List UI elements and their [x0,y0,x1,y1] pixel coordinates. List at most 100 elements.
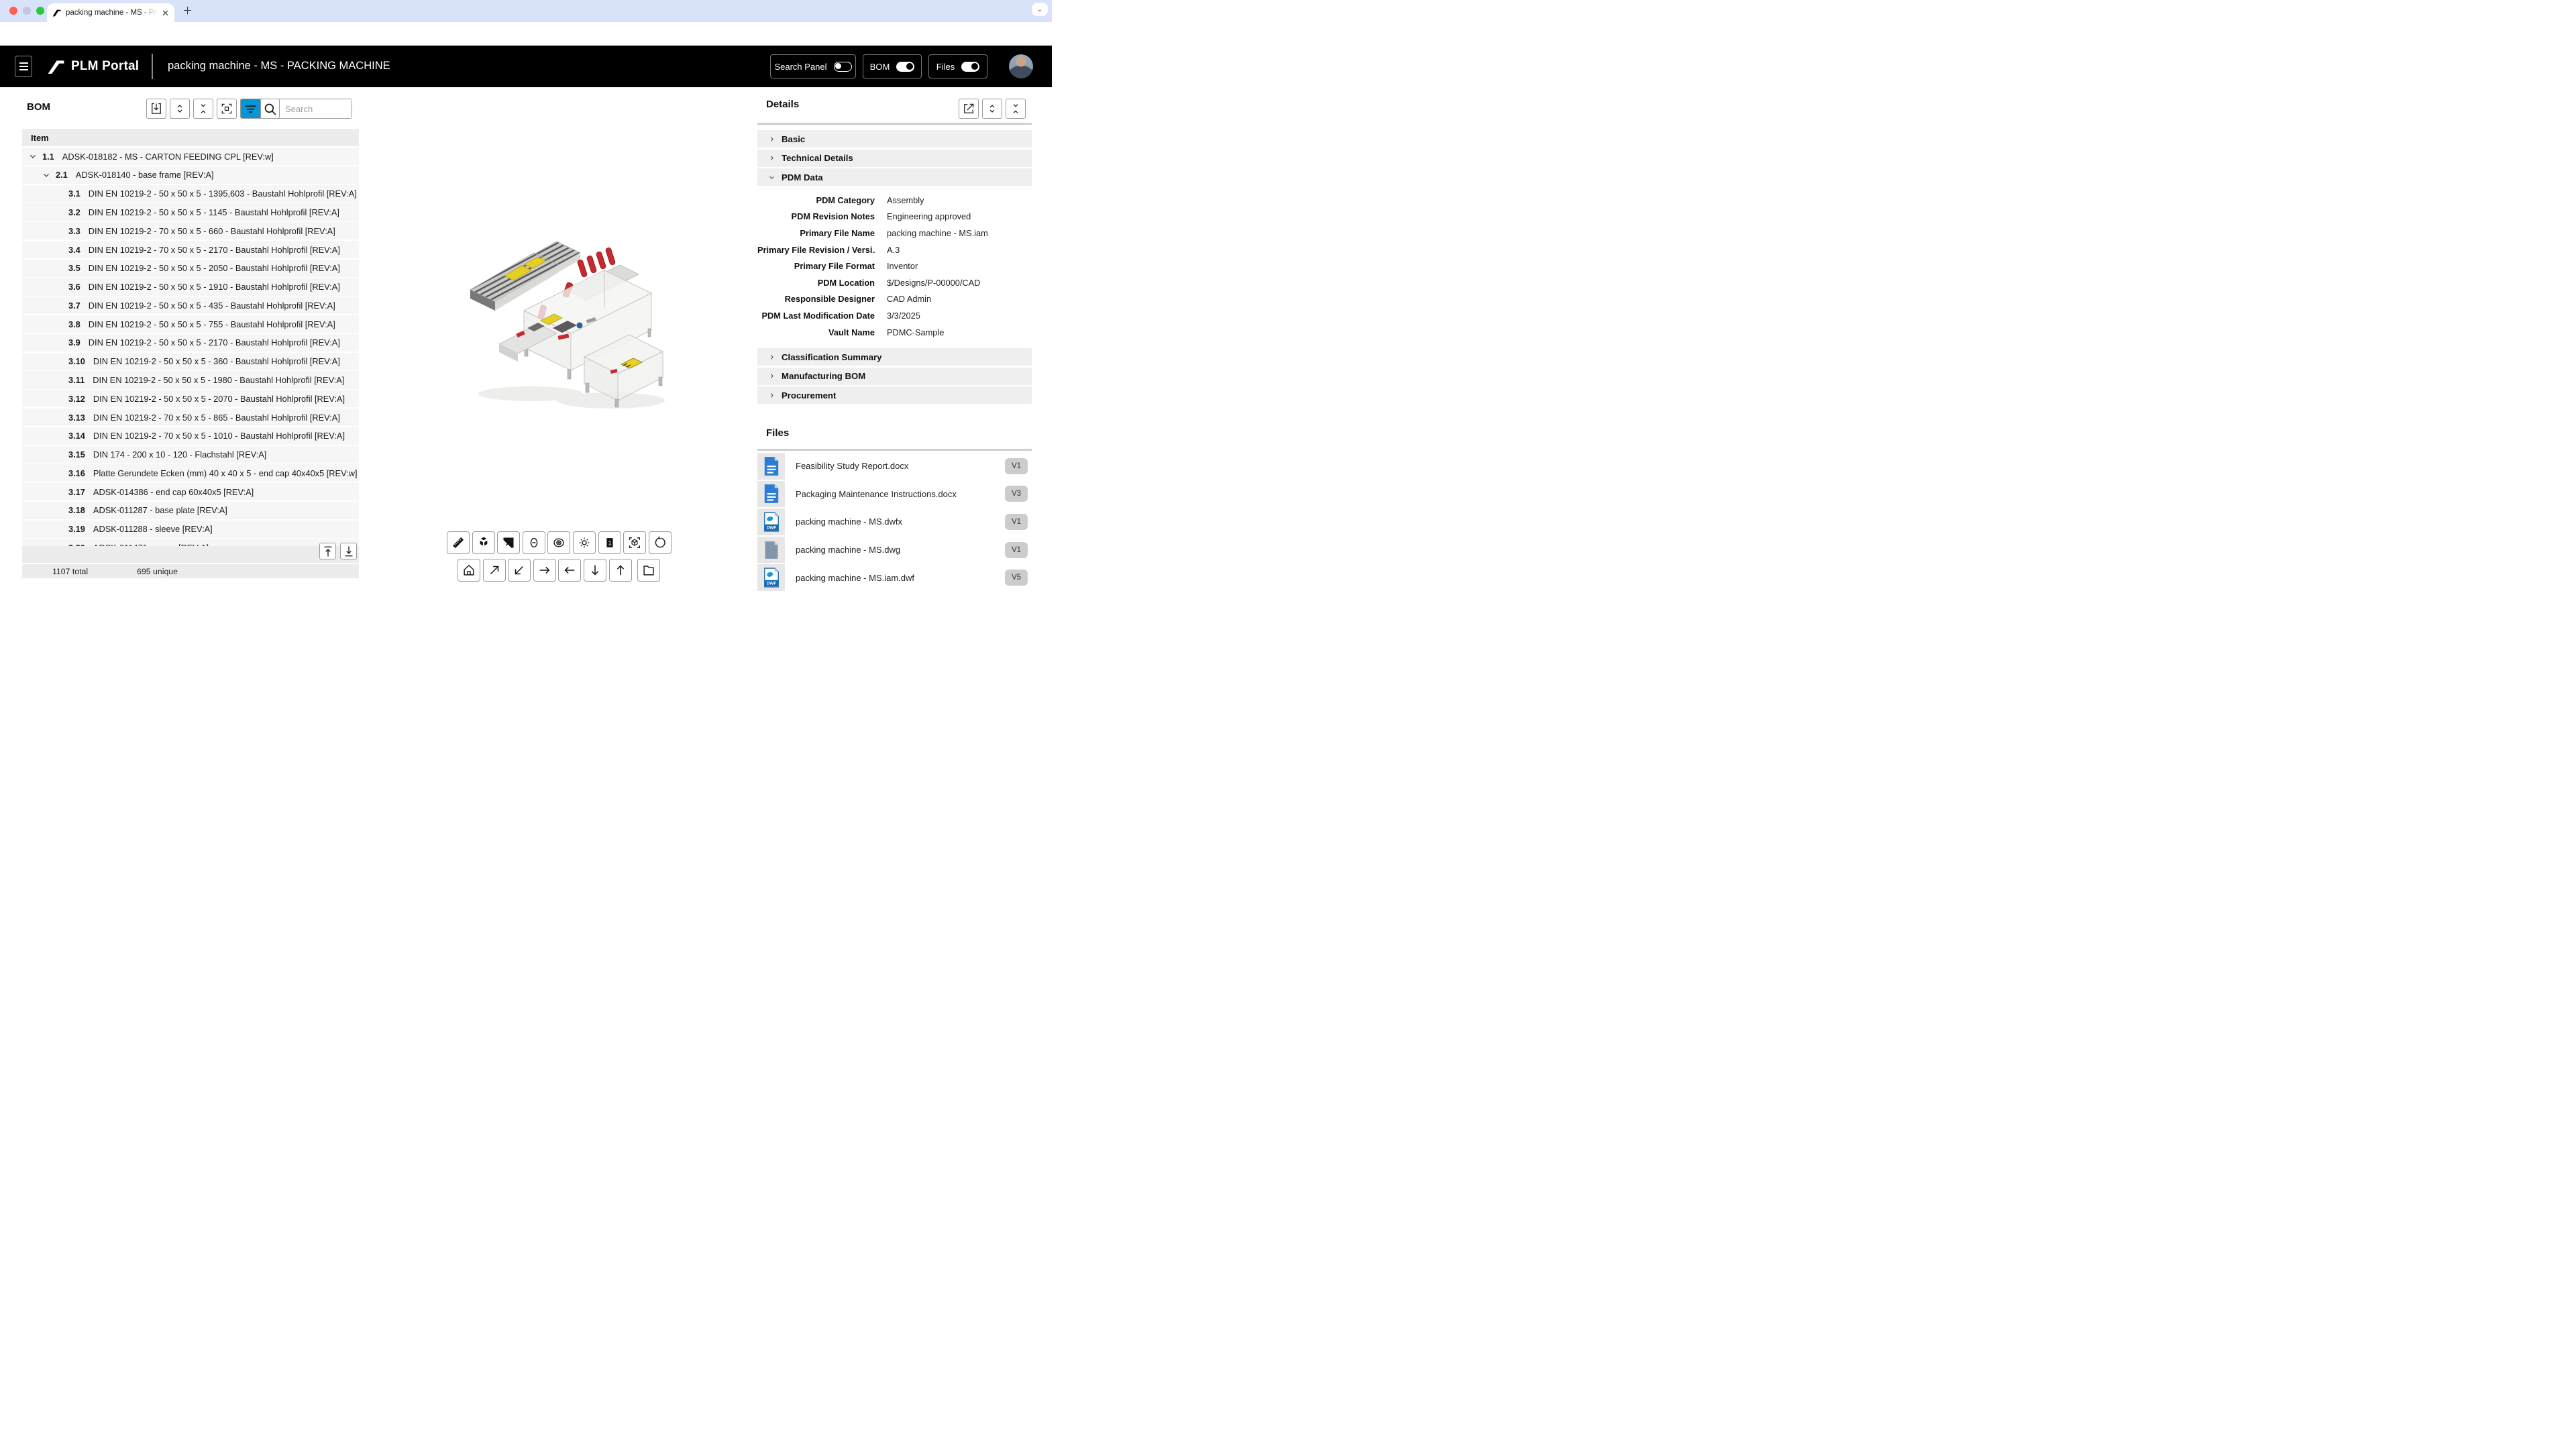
maximize-window-icon[interactable] [36,7,44,15]
explode-button[interactable] [472,531,495,554]
section-pdm-data[interactable]: PDM Data [757,168,1032,186]
chevron-down-icon [767,173,776,182]
fit-view-button[interactable] [623,531,646,554]
details-panel: Details Basic Technical Details PDM Data… [757,87,1052,592]
pdm-field-row: Primary File Revision / Versi…A.3 [757,241,1032,258]
browser-tab[interactable]: packing machine - MS - PACKING MACHINE ✕ [47,3,174,22]
close-window-icon[interactable] [9,7,17,15]
tab-close-icon[interactable]: ✕ [162,9,169,17]
measure-button[interactable] [447,531,470,554]
pdm-field-row: Primary File FormatInventor [757,258,1032,274]
file-row[interactable]: packing machine - MS.dwgV1 [757,537,1034,564]
hide-button[interactable] [523,531,545,554]
pdm-field-row: PDM CategoryAssembly [757,192,1032,209]
bom-row[interactable]: 3.20ADSK-011471 - cover [REV:A] [22,539,359,546]
pdm-field-value: Engineering approved [887,211,971,221]
arrow-sw-button[interactable] [508,559,531,582]
bom-row[interactable]: 3.1DIN EN 10219-2 - 50 x 50 x 5 - 1395,6… [22,185,359,203]
fit-width-button[interactable] [217,99,237,119]
total-count: 1107 total [52,567,88,576]
scroll-to-top-button[interactable] [319,543,336,559]
arrow-down-button[interactable] [584,559,606,582]
bom-row[interactable]: 1.1ADSK-018182 - MS - CARTON FEEDING CPL… [22,148,359,165]
screenshot-button[interactable] [497,531,520,554]
toggle-off-icon[interactable] [834,62,852,72]
file-version-badge: V1 [1005,514,1028,530]
tab-search-button[interactable]: ⌄ [1032,3,1048,16]
collapse-all-button[interactable] [193,99,213,119]
bom-row[interactable]: 3.7DIN EN 10219-2 - 50 x 50 x 5 - 435 - … [22,297,359,314]
file-row[interactable]: Packaging Maintenance Instructions.docxV… [757,481,1034,508]
bom-row[interactable]: 3.3DIN EN 10219-2 - 70 x 50 x 5 - 660 - … [22,222,359,239]
expand-all-button[interactable] [982,99,1002,119]
bom-row[interactable]: 3.14DIN EN 10219-2 - 70 x 50 x 5 - 1010 … [22,427,359,445]
row-number: 3.11 [68,375,85,385]
row-text: DIN EN 10219-2 - 50 x 50 x 5 - 755 - Bau… [89,319,335,329]
eye-button[interactable] [547,531,570,554]
scroll-to-bottom-button[interactable] [340,543,357,559]
chevron-down-icon[interactable] [28,151,38,162]
arrow-ne-button[interactable] [483,559,506,582]
bom-row[interactable]: 3.12DIN EN 10219-2 - 50 x 50 x 5 - 2070 … [22,390,359,407]
rotate-button[interactable] [649,531,672,554]
arrow-right-button[interactable] [533,559,556,582]
home-button[interactable] [458,559,480,582]
folder-button[interactable] [637,559,660,582]
arrow-left-button[interactable] [558,559,581,582]
viewer-3d[interactable]: 1 [360,87,757,592]
bom-row[interactable]: 3.16Platte Gerundete Ecken (mm) 40 x 40 … [22,464,359,482]
row-number: 3.5 [68,263,80,273]
section-procurement[interactable]: Procurement [757,386,1032,404]
pdm-field-value: PDMC-Sample [887,327,944,337]
row-text: DIN EN 10219-2 - 50 x 50 x 5 - 1395,603 … [89,189,357,199]
bom-row[interactable]: 3.15DIN 174 - 200 x 10 - 120 - Flachstah… [22,446,359,464]
collapse-all-button[interactable] [1006,99,1026,119]
svg-text:DWF: DWF [766,526,776,531]
minimize-window-icon[interactable] [23,7,31,15]
chevron-right-icon [767,353,776,362]
search-panel-toggle[interactable]: Search Panel [770,54,856,78]
bom-row[interactable]: 2.1ADSK-018140 - base frame [REV:A] [22,166,359,184]
section-basic[interactable]: Basic [757,130,1032,148]
expand-all-button[interactable] [170,99,190,119]
main-menu-button[interactable] [15,56,32,77]
section-label: Technical Details [782,153,853,163]
new-tab-button[interactable]: ＋ [182,6,193,16]
file-row[interactable]: DWFpacking machine - MS.dwfxV1 [757,508,1034,535]
toggle-on-icon[interactable] [961,62,979,72]
bom-row[interactable]: 3.11DIN EN 10219-2 - 50 x 50 x 5 - 1980 … [22,371,359,388]
file-row[interactable]: DWFpacking machine - MS.iam.dwfV5 [757,564,1034,591]
open-external-button[interactable] [959,99,979,119]
bom-row[interactable]: 3.10DIN EN 10219-2 - 50 x 50 x 5 - 360 -… [22,353,359,370]
section-technical-details[interactable]: Technical Details [757,150,1032,167]
bom-row[interactable]: 3.2DIN EN 10219-2 - 50 x 50 x 5 - 1145 -… [22,203,359,221]
bom-row[interactable]: 3.9DIN EN 10219-2 - 50 x 50 x 5 - 2170 -… [22,334,359,352]
files-toggle[interactable]: Files [928,54,987,78]
bom-row[interactable]: 3.17ADSK-014386 - end cap 60x40x5 [REV:A… [22,483,359,500]
toggle-on-icon[interactable] [896,62,914,72]
download-button[interactable] [146,99,166,119]
bom-row[interactable]: 3.13DIN EN 10219-2 - 70 x 50 x 5 - 865 -… [22,409,359,426]
avatar[interactable] [1009,54,1033,78]
file-row[interactable]: Feasibility Study Report.docxV1 [757,453,1034,480]
section-manufacturing-bom[interactable]: Manufacturing BOM [757,368,1032,385]
bom-row[interactable]: 3.19ADSK-011288 - sleeve [REV:A] [22,521,359,538]
brightness-button[interactable] [573,531,596,554]
bom-row[interactable]: 3.6DIN EN 10219-2 - 50 x 50 x 5 - 1910 -… [22,278,359,295]
search-icon[interactable] [260,99,280,119]
bom-row[interactable]: 3.5DIN EN 10219-2 - 50 x 50 x 5 - 2050 -… [22,260,359,277]
file-name: Feasibility Study Report.docx [796,461,1005,471]
row-number: 3.14 [68,431,85,441]
chevron-down-icon[interactable] [41,170,52,180]
section-classification-summary[interactable]: Classification Summary [757,348,1032,366]
bom-row[interactable]: 3.4DIN EN 10219-2 - 70 x 50 x 5 - 2170 -… [22,241,359,258]
bom-toggle[interactable]: BOM [863,54,922,78]
bom-row[interactable]: 3.18ADSK-011287 - base plate [REV:A] [22,502,359,519]
file-row-body: Packaging Maintenance Instructions.docxV… [786,481,1034,508]
window-controls[interactable] [9,7,44,15]
arrow-up-button[interactable] [609,559,632,582]
search-input[interactable] [280,99,352,118]
filter-icon[interactable] [241,99,260,118]
single-view-button[interactable]: 1 [598,531,621,554]
bom-row[interactable]: 3.8DIN EN 10219-2 - 50 x 50 x 5 - 755 - … [22,315,359,333]
